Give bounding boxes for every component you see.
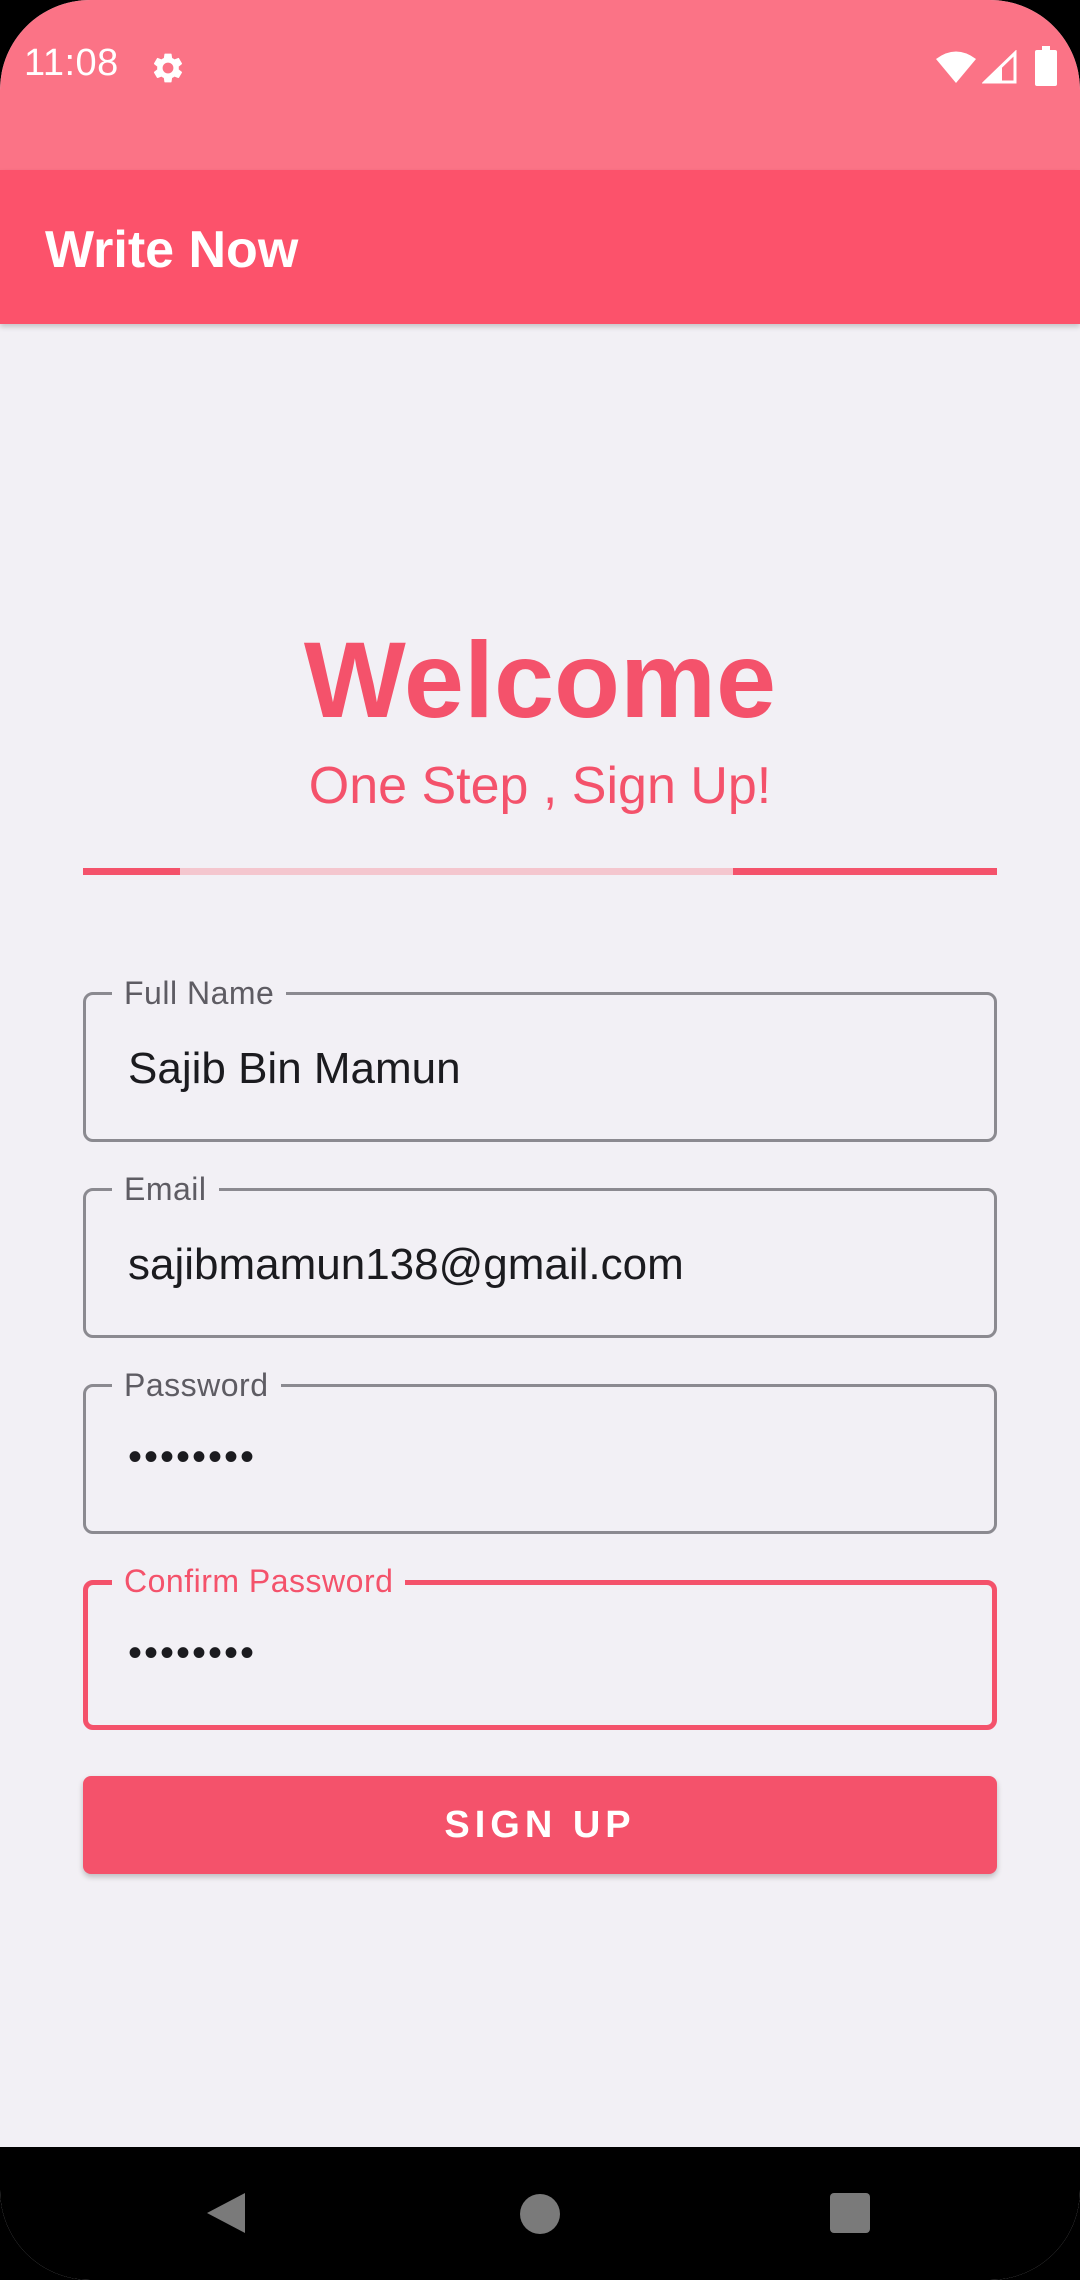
battery-icon (1035, 46, 1057, 86)
password-label: Password (112, 1365, 281, 1405)
full-name-label: Full Name (112, 973, 287, 1013)
confirm-password-label: Confirm Password (112, 1561, 406, 1601)
welcome-title: Welcome (303, 619, 777, 740)
wifi-icon (936, 51, 976, 83)
full-name-input[interactable]: Sajib Bin Mamun (128, 1043, 461, 1095)
email-label: Email (112, 1169, 219, 1209)
full-name-field[interactable]: Full Name Sajib Bin Mamun (83, 973, 997, 1142)
divider-accent-right (733, 868, 997, 875)
status-time: 11:08 (24, 42, 119, 84)
password-field[interactable]: Password •••••••• (83, 1365, 997, 1534)
home-icon[interactable] (519, 2193, 561, 2235)
back-icon[interactable] (205, 2191, 247, 2235)
divider-middle (180, 868, 733, 875)
welcome-subtitle: One Step , Sign Up! (308, 757, 772, 815)
app-bar: Write Now (0, 170, 1080, 324)
signal-icon (982, 50, 1017, 84)
email-field[interactable]: Email sajibmamun138@gmail.com (83, 1169, 997, 1338)
screen: 11:08 Write Now Welcome One Step , Sign … (0, 0, 1080, 2280)
recents-icon[interactable] (830, 2193, 870, 2233)
status-bar: 11:08 (0, 0, 1080, 170)
app-title: Write Now (45, 221, 299, 279)
navigation-bar (0, 2147, 1080, 2280)
sign-up-button[interactable]: SIGN UP (83, 1776, 997, 1874)
email-input[interactable]: sajibmamun138@gmail.com (128, 1239, 684, 1291)
divider-accent-left (83, 868, 180, 875)
confirm-password-input[interactable]: •••••••• (128, 1627, 256, 1679)
confirm-password-field[interactable]: Confirm Password •••••••• (83, 1561, 997, 1730)
password-input[interactable]: •••••••• (128, 1431, 256, 1483)
gear-icon (153, 53, 183, 83)
